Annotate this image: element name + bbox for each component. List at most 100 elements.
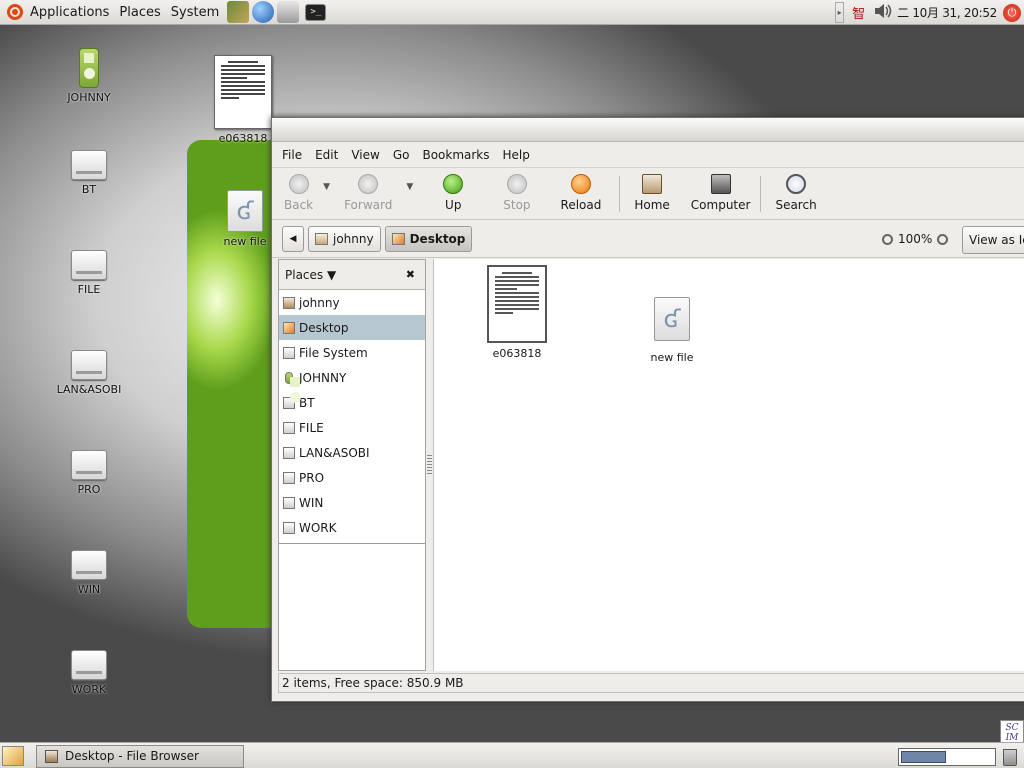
taskbar-item-label: Desktop - File Browser	[65, 749, 199, 763]
crumb-desktop[interactable]: Desktop	[384, 225, 473, 252]
forward-history-dropdown-icon[interactable]: ▼	[406, 182, 413, 192]
tool-icon[interactable]	[277, 1, 300, 23]
ubuntu-logo-icon[interactable]	[7, 4, 23, 20]
up-button[interactable]: Up	[443, 174, 464, 212]
drive-icon	[71, 550, 107, 580]
desktop-icon-label: WORK	[71, 683, 107, 696]
home-icon	[642, 174, 663, 194]
show-desktop-icon[interactable]	[2, 746, 24, 766]
document-thumbnail-icon	[214, 55, 272, 129]
menu-go[interactable]: Go	[393, 148, 410, 162]
desktop-icon-pro[interactable]: PRO	[44, 450, 134, 496]
menu-places[interactable]: Places	[114, 0, 165, 25]
drive-icon	[283, 521, 295, 534]
clock[interactable]: 二 10月 31, 20:52	[897, 4, 997, 21]
sidebar-item-label: LAN&ASOBI	[299, 445, 370, 460]
menu-file[interactable]: File	[282, 148, 302, 162]
search-label: Search	[775, 198, 817, 212]
back-history-dropdown-icon[interactable]: ▼	[323, 182, 330, 192]
tray-expand-arrow-icon[interactable]: ▸	[835, 2, 845, 23]
books-icon[interactable]	[227, 1, 250, 23]
sidebar-item-label: WIN	[299, 495, 324, 510]
places-dropdown[interactable]: Places ▼	[285, 268, 336, 282]
drive-icon	[71, 250, 107, 280]
sidebar-divider	[279, 543, 425, 544]
desktop-icon-label: PRO	[77, 483, 101, 496]
terminal-icon[interactable]: >_	[305, 3, 327, 21]
close-icon[interactable]: ✖	[406, 268, 415, 281]
globe-icon[interactable]	[252, 1, 275, 23]
sidebar-item-label: Desktop	[299, 320, 349, 335]
file-view[interactable]: e063818 ʛ new file	[433, 259, 1024, 671]
desktop-icon-bt[interactable]: BT	[44, 150, 134, 196]
zoom-level[interactable]: 100%	[898, 232, 932, 246]
drive-icon	[283, 446, 295, 459]
desktop-icon	[391, 232, 405, 245]
back-label: Back	[284, 198, 314, 212]
trash-icon[interactable]	[1003, 749, 1017, 766]
search-button[interactable]: Search	[775, 174, 817, 212]
status-bar: 2 items, Free space: 850.9 MB	[278, 673, 1024, 693]
sidebar-item-label: File System	[299, 345, 368, 360]
workspace-switcher[interactable]	[898, 748, 996, 766]
home-button[interactable]: Home	[634, 174, 670, 212]
computer-button[interactable]: Computer	[690, 174, 751, 212]
sidebar-item-desktop[interactable]: Desktop	[279, 315, 425, 340]
forward-button[interactable]: Forward	[344, 174, 392, 212]
file-item-e063818[interactable]: e063818	[472, 265, 562, 360]
sidebar-item-work[interactable]: WORK	[279, 515, 425, 540]
desktop-icon-johnny[interactable]: JOHNNY	[44, 48, 134, 104]
volume-icon[interactable]	[873, 3, 893, 22]
desktop-icon-work[interactable]: WORK	[44, 650, 134, 696]
stop-button[interactable]: Stop	[503, 174, 531, 212]
menubar: File Edit View Go Bookmarks Help	[272, 142, 1024, 168]
ime-indicator[interactable]: 智	[852, 3, 865, 22]
sidebar-item-file-system[interactable]: File System	[279, 340, 425, 365]
toolbar-separator	[619, 176, 621, 212]
sidebar-item-johnny-ipod[interactable]: JOHNNY	[279, 365, 425, 403]
menu-view[interactable]: View	[351, 148, 379, 162]
menu-applications[interactable]: Applications	[25, 0, 114, 25]
document-thumbnail-icon	[487, 265, 547, 343]
menu-bookmarks[interactable]: Bookmarks	[422, 148, 489, 162]
window-titlebar[interactable]	[272, 118, 1024, 142]
sidebar-item-file[interactable]: FILE	[279, 415, 425, 440]
taskbar-item-file-browser[interactable]: Desktop - File Browser	[36, 745, 244, 768]
reload-label: Reload	[560, 198, 602, 212]
sidebar-item-lanasobi[interactable]: LAN&ASOBI	[279, 440, 425, 465]
power-icon[interactable]: ⏻	[1003, 3, 1021, 22]
desktop-icon-win[interactable]: WIN	[44, 550, 134, 596]
sidebar-item-johnny[interactable]: johnny	[279, 290, 425, 315]
sidebar-item-bt[interactable]: BT	[279, 390, 425, 415]
desktop-icon-lanasobi[interactable]: LAN&ASOBI	[44, 350, 134, 396]
desktop-icon-file[interactable]: FILE	[44, 250, 134, 296]
sidebar-item-win[interactable]: WIN	[279, 490, 425, 515]
pane-resize-handle[interactable]	[427, 455, 432, 475]
sidebar-item-label: PRO	[299, 470, 325, 485]
view-as-select[interactable]: View as Icons	[962, 226, 1024, 254]
crumb-label: johnny	[333, 231, 374, 246]
places-sidebar: Places ▼ ✖ johnny Desktop File System JO…	[278, 259, 426, 671]
zoom-in-icon[interactable]	[937, 233, 949, 245]
desktop-icon-label: BT	[81, 183, 97, 196]
location-bar: ◀ johnny Desktop 100% View as Icons	[272, 220, 1024, 258]
zoom-control: 100%	[877, 232, 953, 246]
menu-help[interactable]: Help	[503, 148, 530, 162]
menu-edit[interactable]: Edit	[315, 148, 338, 162]
zoom-out-icon[interactable]	[882, 233, 893, 245]
top-panel: Applications Places System >_ ▸ 智 二 10月 …	[0, 0, 1024, 25]
menu-system[interactable]: System	[166, 0, 224, 25]
back-button[interactable]: Back	[284, 174, 313, 212]
home-label: Home	[634, 198, 670, 212]
computer-label: Computer	[690, 198, 751, 212]
workspace-1[interactable]	[901, 751, 946, 763]
computer-icon	[710, 174, 731, 194]
file-item-new-file[interactable]: ʛ new file	[627, 265, 717, 364]
path-left-arrow-icon[interactable]: ◀	[282, 225, 304, 252]
sidebar-item-pro[interactable]: PRO	[279, 465, 425, 490]
scim-indicator[interactable]: SC IM	[1000, 720, 1024, 744]
up-arrow-icon	[443, 174, 464, 194]
reload-button[interactable]: Reload	[560, 174, 602, 212]
file-browser-window: File Edit View Go Bookmarks Help Back ▼ …	[271, 117, 1024, 702]
crumb-johnny[interactable]: johnny	[308, 225, 381, 252]
